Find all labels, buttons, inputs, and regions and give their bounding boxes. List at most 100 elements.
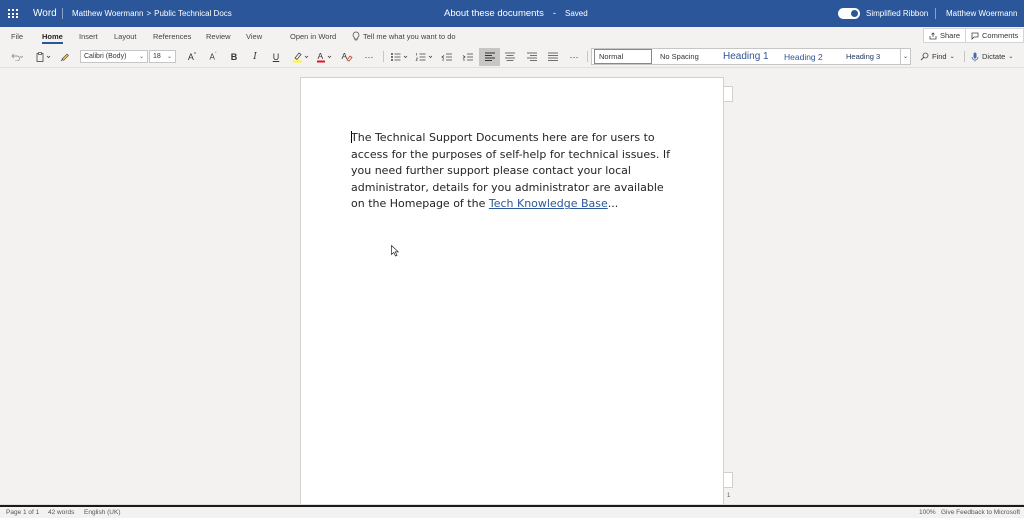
document-canvas[interactable]: The Technical Support Documents here are… [0,69,1024,505]
bold-icon: B [230,51,238,62]
increase-indent-icon [462,53,473,60]
find-button[interactable]: Find ⌄ [920,45,955,68]
tab-review[interactable]: Review [206,27,231,45]
more-icon: ··· [569,51,579,62]
chevron-down-icon: ⌄ [1008,54,1014,60]
font-color-button[interactable]: A [315,45,335,68]
font-color-icon: A [317,51,332,62]
align-center-button[interactable] [503,45,517,68]
user-account-button[interactable]: Matthew Woermann [946,0,1017,27]
styles-expand-button[interactable]: ⌄ [900,49,910,64]
share-button[interactable]: Share [923,28,967,43]
align-left-button[interactable] [479,48,500,66]
format-painter-button[interactable] [58,45,72,68]
microphone-icon [971,52,979,61]
app-launcher-button[interactable] [4,0,22,27]
tab-home[interactable]: Home [42,27,63,45]
toggle-knob [851,10,858,17]
format-painter-icon [60,53,69,61]
more-font-options-button[interactable]: ··· [362,45,376,68]
more-paragraph-options-button[interactable]: ··· [567,45,581,68]
highlighter-icon [293,51,309,62]
tab-references[interactable]: References [153,27,191,45]
italic-button[interactable]: I [248,45,262,68]
dictate-label: Dictate [982,52,1006,61]
underline-button[interactable]: U [269,45,283,68]
ribbon-divider [964,51,965,62]
document-title-area[interactable]: About these documents - Saved [444,0,588,27]
numbered-list-icon [415,52,433,61]
numbering-button[interactable] [414,45,436,68]
waffle-icon [8,8,18,19]
tell-me-label: Tell me what you want to do [363,31,456,41]
ribbon-toolbar: Calibri (Body) ⌄ 18 ⌄ A^ Aˇ B I U A A ··… [0,45,1024,68]
align-left-icon [484,52,495,61]
menu-bar: File Home Insert Layout References Revie… [0,27,1024,45]
justify-button[interactable] [546,45,560,68]
more-icon: ··· [364,51,374,62]
share-icon [929,31,937,39]
shrink-font-icon: Aˇ [209,51,217,62]
svg-text:A: A [318,51,324,61]
decrease-indent-icon [441,53,452,60]
italic-icon: I [253,51,257,62]
clear-formatting-icon: A [342,51,353,62]
document-page[interactable]: The Technical Support Documents here are… [300,77,724,505]
open-in-word-button[interactable]: Open in Word [290,27,336,45]
bullet-list-icon [391,52,408,61]
tab-view[interactable]: View [246,27,262,45]
paste-button[interactable] [34,45,54,68]
align-right-button[interactable] [525,45,539,68]
comment-icon [971,32,979,40]
page-bottom-marker [724,472,733,488]
app-name[interactable]: Word [33,0,57,27]
font-size-value: 18 [153,53,161,60]
comments-button[interactable]: Comments [965,28,1024,43]
simplified-ribbon-toggle[interactable] [838,8,860,19]
search-icon [920,52,929,61]
style-heading-1[interactable]: Heading 1 [723,49,769,64]
bullets-button[interactable] [389,45,411,68]
document-title[interactable]: About these documents [444,8,544,19]
font-name-dropdown[interactable]: Calibri (Body) ⌄ [80,50,148,63]
svg-text:A: A [342,51,348,61]
chevron-down-icon: ⌄ [902,54,909,60]
breadcrumb-owner[interactable]: Matthew Woermann [72,9,143,18]
dictate-button[interactable]: Dictate ⌄ [971,45,1013,68]
title-bar: Word Matthew Woermann > Public Technical… [0,0,1024,27]
font-size-dropdown[interactable]: 18 ⌄ [149,50,176,63]
increase-indent-button[interactable] [461,45,475,68]
highlight-button[interactable] [291,45,311,68]
save-status: Saved [565,9,588,18]
mouse-pointer-icon [391,245,399,257]
comments-label: Comments [982,31,1019,40]
bold-button[interactable]: B [227,45,241,68]
window-bottom-edge [0,505,1024,507]
font-name-value: Calibri (Body) [84,53,127,60]
style-normal[interactable]: Normal [594,49,652,64]
justify-icon [548,52,558,61]
tech-knowledge-base-link[interactable]: Tech Knowledge Base [489,197,608,210]
document-body[interactable]: The Technical Support Documents here are… [351,130,671,213]
style-heading-2[interactable]: Heading 2 [784,49,823,64]
undo-button[interactable] [6,45,26,68]
grow-font-button[interactable]: A^ [185,45,199,68]
style-no-spacing[interactable]: No Spacing [660,49,699,64]
chevron-down-icon: ⌄ [949,54,955,60]
align-center-icon [505,52,515,61]
tab-file[interactable]: File [11,27,23,45]
simplified-ribbon-label: Simplified Ribbon [866,9,929,18]
undo-icon [11,53,23,61]
decrease-indent-button[interactable] [440,45,454,68]
align-right-icon [527,52,537,61]
tab-insert[interactable]: Insert [79,27,98,45]
page-number: 1 [727,493,731,499]
clear-formatting-button[interactable]: A [340,45,354,68]
breadcrumb-folder[interactable]: Public Technical Docs [154,9,232,18]
shrink-font-button[interactable]: Aˇ [206,45,220,68]
tab-layout[interactable]: Layout [114,27,137,45]
style-heading-3[interactable]: Heading 3 [846,49,880,64]
page-top-marker [724,86,733,102]
tell-me-search[interactable]: Tell me what you want to do [352,27,456,45]
title-divider-right [935,8,936,19]
